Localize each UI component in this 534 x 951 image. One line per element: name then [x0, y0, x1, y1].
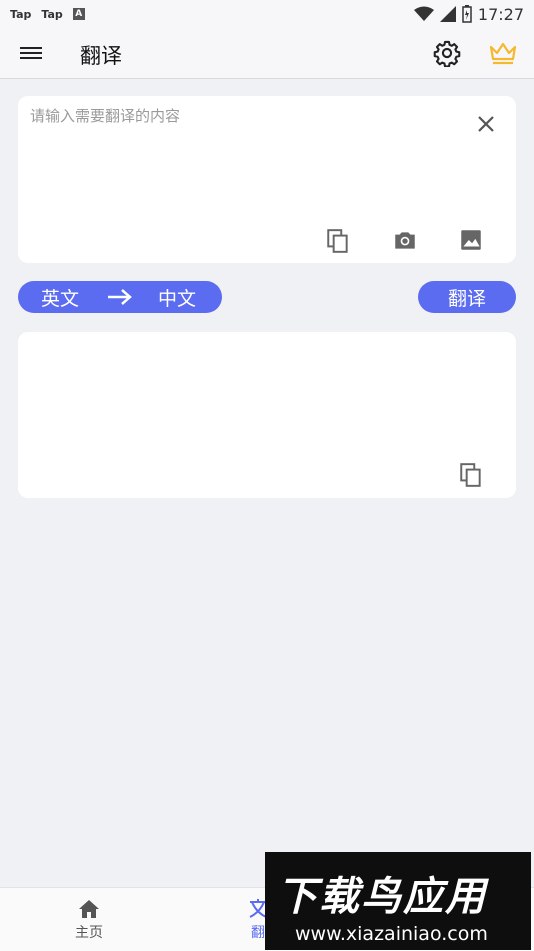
source-language[interactable]: 英文	[41, 284, 79, 311]
paste-icon[interactable]	[325, 228, 351, 254]
page-title: 翻译	[80, 44, 122, 68]
watermark-logo: 下载鸟应用	[277, 874, 487, 920]
home-icon	[79, 900, 99, 918]
taptap-notification: Tap	[41, 7, 63, 21]
camera-icon[interactable]	[392, 227, 418, 253]
app-bar: 翻译	[0, 28, 534, 79]
close-icon[interactable]	[476, 114, 496, 134]
translate-button[interactable]: 翻译	[418, 281, 516, 313]
nav-home-label: 主页	[75, 925, 103, 941]
gear-icon[interactable]	[433, 39, 461, 67]
watermark: 下载鸟应用 www.xiazainiao.com	[265, 852, 531, 950]
taptap-notification: Tap	[10, 7, 32, 21]
source-text-input[interactable]: 请输入需要翻译的内容	[30, 105, 180, 126]
clock: 17:27	[477, 4, 524, 24]
signal-icon	[439, 6, 456, 22]
crown-icon[interactable]	[488, 40, 518, 66]
target-language[interactable]: 中文	[158, 284, 196, 311]
result-card	[18, 332, 516, 498]
status-notifications: Tap Tap A	[0, 8, 85, 21]
language-selector[interactable]: 英文 中文	[18, 281, 222, 313]
a-notification-icon: A	[72, 8, 85, 20]
arrow-right-icon[interactable]	[106, 287, 134, 307]
nav-home[interactable]: 主页	[44, 898, 134, 942]
image-icon[interactable]	[458, 227, 484, 253]
wifi-icon	[413, 6, 434, 21]
status-bar: Tap Tap A 17:27	[0, 0, 534, 28]
watermark-url: www.xiazainiao.com	[295, 923, 488, 945]
copy-icon[interactable]	[458, 462, 484, 488]
input-card[interactable]: 请输入需要翻译的内容	[18, 96, 516, 263]
status-system: 17:27	[413, 4, 534, 24]
menu-icon[interactable]	[20, 44, 42, 62]
battery-icon	[462, 5, 472, 23]
